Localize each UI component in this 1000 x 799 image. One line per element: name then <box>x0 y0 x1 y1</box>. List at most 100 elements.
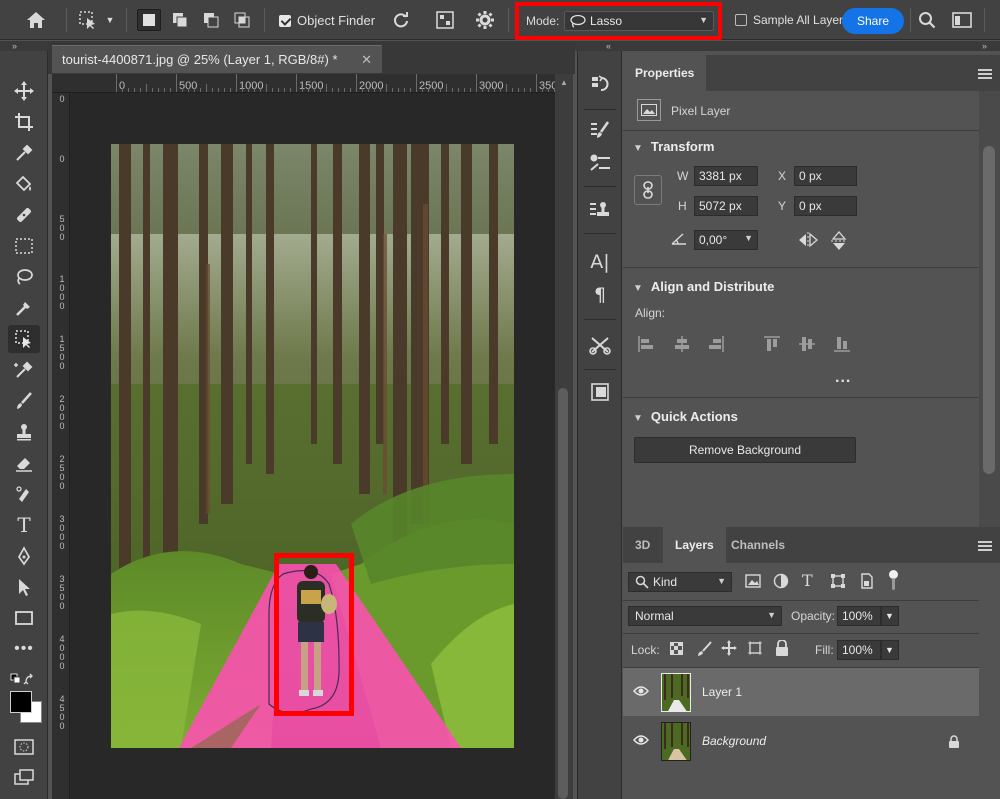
tab-properties[interactable]: Properties <box>623 55 707 91</box>
lock-icon[interactable] <box>948 735 960 751</box>
navigator-icon[interactable] <box>584 377 616 407</box>
filter-pixel-icon[interactable] <box>745 573 761 592</box>
new-selection-button[interactable] <box>137 9 161 31</box>
smudge-tool-icon[interactable] <box>8 480 40 508</box>
show-all-objects-icon[interactable] <box>434 0 456 40</box>
stamp-tool-icon[interactable] <box>8 418 40 446</box>
move-tool-icon[interactable] <box>8 77 40 105</box>
document-tab[interactable]: tourist-4400871.jpg @ 25% (Layer 1, RGB/… <box>52 45 382 73</box>
object-selection-tool-icon[interactable] <box>76 0 100 40</box>
transform-section-header[interactable]: ▼ Transform <box>633 139 714 154</box>
filter-smart-object-icon[interactable] <box>859 573 875 592</box>
layer-filter-dropdown[interactable]: Kind ▼ <box>628 572 732 592</box>
align-bottom-edges-icon[interactable] <box>833 335 851 356</box>
path-selection-tool-icon[interactable] <box>8 573 40 601</box>
sample-all-layers-checkbox[interactable]: Sample All Layers <box>735 13 849 27</box>
quick-mask-icon[interactable] <box>8 733 40 761</box>
intersect-selection-button[interactable] <box>230 9 254 31</box>
history-icon[interactable] <box>584 69 616 99</box>
layer-row-background[interactable]: Background <box>623 717 979 765</box>
align-horizontal-centers-icon[interactable] <box>673 335 691 356</box>
align-right-edges-icon[interactable] <box>707 335 725 356</box>
refresh-icon[interactable] <box>390 0 412 40</box>
clone-source-icon[interactable] <box>584 195 616 225</box>
tool-presets-icon[interactable] <box>584 330 616 360</box>
scrollbar-thumb[interactable] <box>558 388 568 799</box>
foreground-color-swatch[interactable] <box>10 691 32 713</box>
marquee-tool-icon[interactable] <box>8 232 40 260</box>
chevron-down-icon[interactable]: ▼ <box>104 0 116 40</box>
opacity-dropdown-icon[interactable]: ▼ <box>881 606 899 626</box>
filter-toggle[interactable] <box>887 570 899 592</box>
brush-tool-icon[interactable] <box>8 387 40 415</box>
brush-settings-icon[interactable] <box>584 115 616 145</box>
quick-actions-section-header[interactable]: ▼ Quick Actions <box>633 409 738 424</box>
close-icon[interactable]: ✕ <box>361 52 372 68</box>
object-finder-checkbox[interactable]: Object Finder <box>279 13 375 28</box>
align-left-edges-icon[interactable] <box>637 335 655 356</box>
eyedropper-tool-icon[interactable] <box>8 139 40 167</box>
link-proportions-icon[interactable] <box>634 175 662 205</box>
filter-shape-icon[interactable] <box>830 573 846 592</box>
width-input[interactable]: 3381 px <box>694 166 758 186</box>
y-input[interactable]: 0 px <box>794 196 857 216</box>
lock-transparent-pixels-icon[interactable] <box>670 642 684 659</box>
align-section-header[interactable]: ▼ Align and Distribute <box>633 279 774 294</box>
opacity-input[interactable]: 100% <box>837 606 881 626</box>
align-top-edges-icon[interactable] <box>763 335 781 356</box>
subtract-from-selection-button[interactable] <box>199 9 223 31</box>
layer-row-layer-1[interactable]: Layer 1 <box>623 668 979 716</box>
search-icon[interactable] <box>916 0 938 40</box>
collapse-middle-icon[interactable]: « <box>606 41 611 51</box>
paint-bucket-tool-icon[interactable] <box>8 170 40 198</box>
filter-adjustment-icon[interactable] <box>773 573 789 592</box>
blend-mode-dropdown[interactable]: Normal ▼ <box>628 606 782 626</box>
gear-icon[interactable] <box>474 0 496 40</box>
pen-tool-icon[interactable] <box>8 542 40 570</box>
fill-input[interactable]: 100% <box>837 640 881 660</box>
more-options-button[interactable]: ... <box>835 369 851 387</box>
lock-image-pixels-icon[interactable] <box>696 641 712 660</box>
flip-vertical-icon[interactable] <box>830 230 848 255</box>
collapse-right-icon[interactable]: » <box>982 41 987 51</box>
height-input[interactable]: 5072 px <box>694 196 758 216</box>
tab-3d[interactable]: 3D <box>623 527 662 563</box>
lock-all-icon[interactable] <box>775 639 789 659</box>
align-vertical-centers-icon[interactable] <box>798 335 816 356</box>
filter-type-icon[interactable]: T <box>802 571 813 590</box>
mode-dropdown[interactable]: Lasso ▼ <box>564 11 714 31</box>
quick-selection-tool-icon[interactable] <box>8 294 40 322</box>
checkbox-checked-icon[interactable] <box>279 14 291 27</box>
healing-brush-tool-icon[interactable] <box>8 201 40 229</box>
rectangle-tool-icon[interactable] <box>8 604 40 632</box>
color-swatches[interactable] <box>10 691 44 725</box>
remove-background-button[interactable]: Remove Background <box>634 437 856 463</box>
scroll-up-icon[interactable]: ▲ <box>560 78 568 87</box>
tab-channels[interactable]: Channels <box>719 527 797 563</box>
angle-input[interactable]: 0,00° ▼ <box>694 230 758 250</box>
lock-artboard-icon[interactable] <box>747 640 763 659</box>
scrollbar-thumb[interactable] <box>983 146 995 474</box>
chevron-down-icon[interactable]: ▼ <box>744 233 753 243</box>
screen-mode-icon[interactable] <box>8 763 40 791</box>
collapse-left-icon[interactable]: » <box>12 41 17 51</box>
lock-position-icon[interactable] <box>721 640 737 659</box>
checkbox-unchecked-icon[interactable] <box>735 14 747 26</box>
character-icon[interactable]: A| <box>584 247 616 277</box>
eye-icon[interactable] <box>633 685 649 700</box>
home-icon[interactable] <box>22 0 50 40</box>
color-sampler-tool-icon[interactable] <box>8 356 40 384</box>
share-button[interactable]: Share <box>842 8 904 34</box>
default-colors-icon[interactable] <box>8 666 38 694</box>
fill-dropdown-icon[interactable]: ▼ <box>881 640 899 660</box>
workspace-icon[interactable] <box>950 0 974 40</box>
flip-horizontal-icon[interactable] <box>797 231 819 252</box>
object-selection-tool-icon[interactable] <box>8 325 40 353</box>
paragraph-icon[interactable]: ¶ <box>584 280 616 310</box>
panel-menu-icon[interactable] <box>978 541 992 553</box>
more-tools-icon[interactable]: ••• <box>8 635 40 663</box>
lasso-tool-icon[interactable] <box>8 263 40 291</box>
eraser-tool-icon[interactable] <box>8 449 40 477</box>
tab-layers[interactable]: Layers <box>663 527 726 563</box>
add-to-selection-button[interactable] <box>168 9 192 31</box>
